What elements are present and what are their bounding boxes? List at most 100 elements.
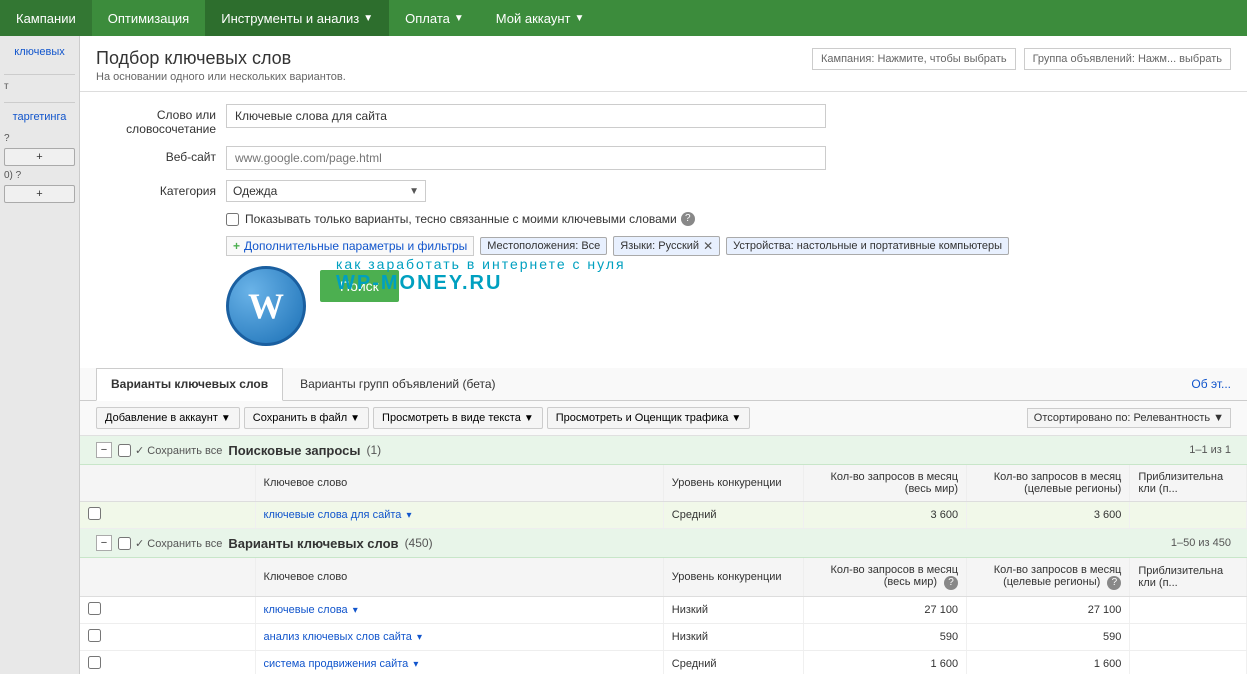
- word-input[interactable]: [226, 104, 826, 128]
- sidebar-add-btn[interactable]: +: [4, 148, 75, 166]
- search-queries-table: Ключевое слово Уровень конкуренции Кол-в…: [80, 465, 1247, 529]
- table-header-row-2: Ключевое слово Уровень конкуренции Кол-в…: [80, 558, 1247, 597]
- price-cell: [1130, 624, 1247, 651]
- keyword-link[interactable]: анализ ключевых слов сайта: [264, 631, 412, 643]
- additional-filters-btn[interactable]: + Дополнительные параметры и фильтры: [226, 236, 474, 256]
- language-filter-tag: Языки: Русский ✕: [613, 236, 720, 256]
- chevron-down-icon[interactable]: ▾: [413, 659, 418, 670]
- chevron-down-icon[interactable]: ▾: [353, 605, 358, 616]
- category-label: Категория: [96, 180, 226, 198]
- nav-item-payment[interactable]: Оплата ▼: [389, 0, 480, 36]
- campaign-selector[interactable]: Кампания: Нажмите, чтобы выбрать: [812, 48, 1016, 70]
- save-to-file-btn[interactable]: Сохранить в файл ▼: [244, 407, 369, 429]
- save-all-input[interactable]: [118, 444, 131, 457]
- sidebar-add-btn-2[interactable]: +: [4, 185, 75, 203]
- th-keyword: Ключевое слово: [255, 465, 663, 502]
- website-label: Веб-сайт: [96, 146, 226, 164]
- view-as-text-btn[interactable]: Просмотреть в виде текста ▼: [373, 407, 543, 429]
- form-area: Слово илисловосочетание Веб-сайт Категор…: [80, 92, 1247, 368]
- category-select[interactable]: Одежда ▼: [226, 180, 426, 202]
- row-checkbox[interactable]: [88, 507, 101, 520]
- tight-match-checkbox[interactable]: [226, 213, 239, 226]
- table-row: система продвижения сайта ▾ Средний 1 60…: [80, 651, 1247, 674]
- price-cell: [1130, 651, 1247, 674]
- row-checkbox[interactable]: [88, 629, 101, 642]
- chevron-down-icon[interactable]: ▾: [417, 632, 422, 643]
- table-header-row: Ключевое слово Уровень конкуренции Кол-в…: [80, 465, 1247, 502]
- collapse-btn-2[interactable]: −: [96, 535, 112, 551]
- requests-world-cell: 590: [803, 624, 966, 651]
- save-all-checkbox-2: ✓ Сохранить все: [118, 537, 222, 550]
- word-label: Слово илисловосочетание: [96, 104, 226, 136]
- chevron-down-icon: ▼: [221, 413, 231, 424]
- nav-item-campaigns[interactable]: Кампании: [0, 0, 92, 36]
- collapse-btn[interactable]: −: [96, 442, 112, 458]
- competition-cell: Средний: [663, 651, 803, 674]
- website-row: Веб-сайт: [96, 146, 1231, 170]
- th-requests-region-2: Кол-во запросов в месяц(целевые регионы)…: [967, 558, 1130, 597]
- th-checkbox-2: [80, 558, 255, 597]
- th-keyword-2: Ключевое слово: [255, 558, 663, 597]
- keyword-variants-title: Варианты ключевых слов: [228, 536, 398, 551]
- row-checkbox-cell: [80, 624, 255, 651]
- device-filter-tag: Устройства: настольные и портативные ком…: [726, 237, 1009, 255]
- help-icon-2[interactable]: ?: [944, 576, 958, 590]
- about-link[interactable]: Об эт...: [1191, 377, 1231, 391]
- sidebar-separator-2: [4, 102, 75, 103]
- keyword-cell: ключевые слова для сайта ▾: [255, 502, 663, 529]
- requests-world-cell: 3 600: [803, 502, 966, 529]
- sidebar-item-targeting[interactable]: таргетинга: [4, 109, 75, 125]
- help-icon[interactable]: ?: [681, 212, 695, 226]
- tab-adgroup-variants[interactable]: Варианты групп объявлений (бета): [285, 368, 510, 400]
- keyword-variants-header: − ✓ Сохранить все Варианты ключевых слов…: [80, 529, 1247, 558]
- table-row: ключевые слова для сайта ▾ Средний 3 600…: [80, 502, 1247, 529]
- adgroup-selector[interactable]: Группа объявлений: Нажм... выбрать: [1024, 48, 1231, 70]
- add-to-account-btn[interactable]: Добавление в аккаунт ▼: [96, 407, 240, 429]
- nav-item-tools[interactable]: Инструменты и анализ ▼: [205, 0, 389, 36]
- chevron-down-icon: ▼: [524, 413, 534, 424]
- row-checkbox-cell: [80, 597, 255, 624]
- location-filter-tag: Местоположения: Все: [480, 237, 607, 255]
- table-row: анализ ключевых слов сайта ▾ Низкий 590 …: [80, 624, 1247, 651]
- tabs-left: Варианты ключевых слов Варианты групп об…: [96, 368, 513, 400]
- main-layout: ключевых т таргетинга ? + 0) ? + Подбор …: [0, 36, 1247, 674]
- keyword-link[interactable]: система продвижения сайта: [264, 658, 409, 670]
- chevron-down-icon: ▼: [1213, 412, 1224, 424]
- search-queries-section: − ✓ Сохранить все Поисковые запросы (1) …: [80, 436, 1247, 529]
- search-button[interactable]: Поиск: [320, 270, 399, 302]
- row-checkbox[interactable]: [88, 656, 101, 669]
- tab-keyword-variants[interactable]: Варианты ключевых слов: [96, 368, 283, 401]
- row-checkbox[interactable]: [88, 602, 101, 615]
- requests-world-cell: 1 600: [803, 651, 966, 674]
- competition-cell: Низкий: [663, 624, 803, 651]
- close-icon[interactable]: ✕: [703, 239, 713, 253]
- price-cell: [1130, 502, 1247, 529]
- competition-cell: Средний: [663, 502, 803, 529]
- requests-region-cell: 590: [967, 624, 1130, 651]
- keyword-cell: анализ ключевых слов сайта ▾: [255, 624, 663, 651]
- sort-selector[interactable]: Отсортировано по: Релевантность ▼: [1027, 408, 1231, 428]
- view-traffic-btn[interactable]: Просмотреть и Оценщик трафика ▼: [547, 407, 751, 429]
- sidebar-item-keywords[interactable]: ключевых: [4, 44, 75, 60]
- website-input[interactable]: [226, 146, 826, 170]
- requests-region-cell: 27 100: [967, 597, 1130, 624]
- word-row: Слово илисловосочетание: [96, 104, 1231, 136]
- th-competition-2: Уровень конкуренции: [663, 558, 803, 597]
- chevron-down-icon[interactable]: ▾: [406, 510, 411, 521]
- search-queries-pagination: 1–1 из 1: [1189, 444, 1231, 456]
- help-icon-3[interactable]: ?: [1107, 576, 1121, 590]
- section-header-left: − ✓ Сохранить все Поисковые запросы (1): [96, 442, 381, 458]
- th-price-2: Приблизительнакли (п...: [1130, 558, 1247, 597]
- watermark-search-area: W Поиск как заработать в интернете с нул…: [226, 266, 1231, 346]
- keyword-variants-count: (450): [405, 536, 433, 550]
- keyword-link[interactable]: ключевые слова для сайта: [264, 509, 402, 521]
- chevron-down-icon: ▼: [454, 13, 464, 24]
- keyword-variants-table: Ключевое слово Уровень конкуренции Кол-в…: [80, 558, 1247, 674]
- save-all-input-2[interactable]: [118, 537, 131, 550]
- keyword-cell: ключевые слова ▾: [255, 597, 663, 624]
- page-subtitle: На основании одного или нескольких вариа…: [96, 71, 346, 83]
- nav-item-account[interactable]: Мой аккаунт ▼: [480, 0, 601, 36]
- nav-item-optimization[interactable]: Оптимизация: [92, 0, 206, 36]
- header-title-block: Подбор ключевых слов На основании одного…: [96, 48, 346, 83]
- keyword-link[interactable]: ключевые слова: [264, 604, 348, 616]
